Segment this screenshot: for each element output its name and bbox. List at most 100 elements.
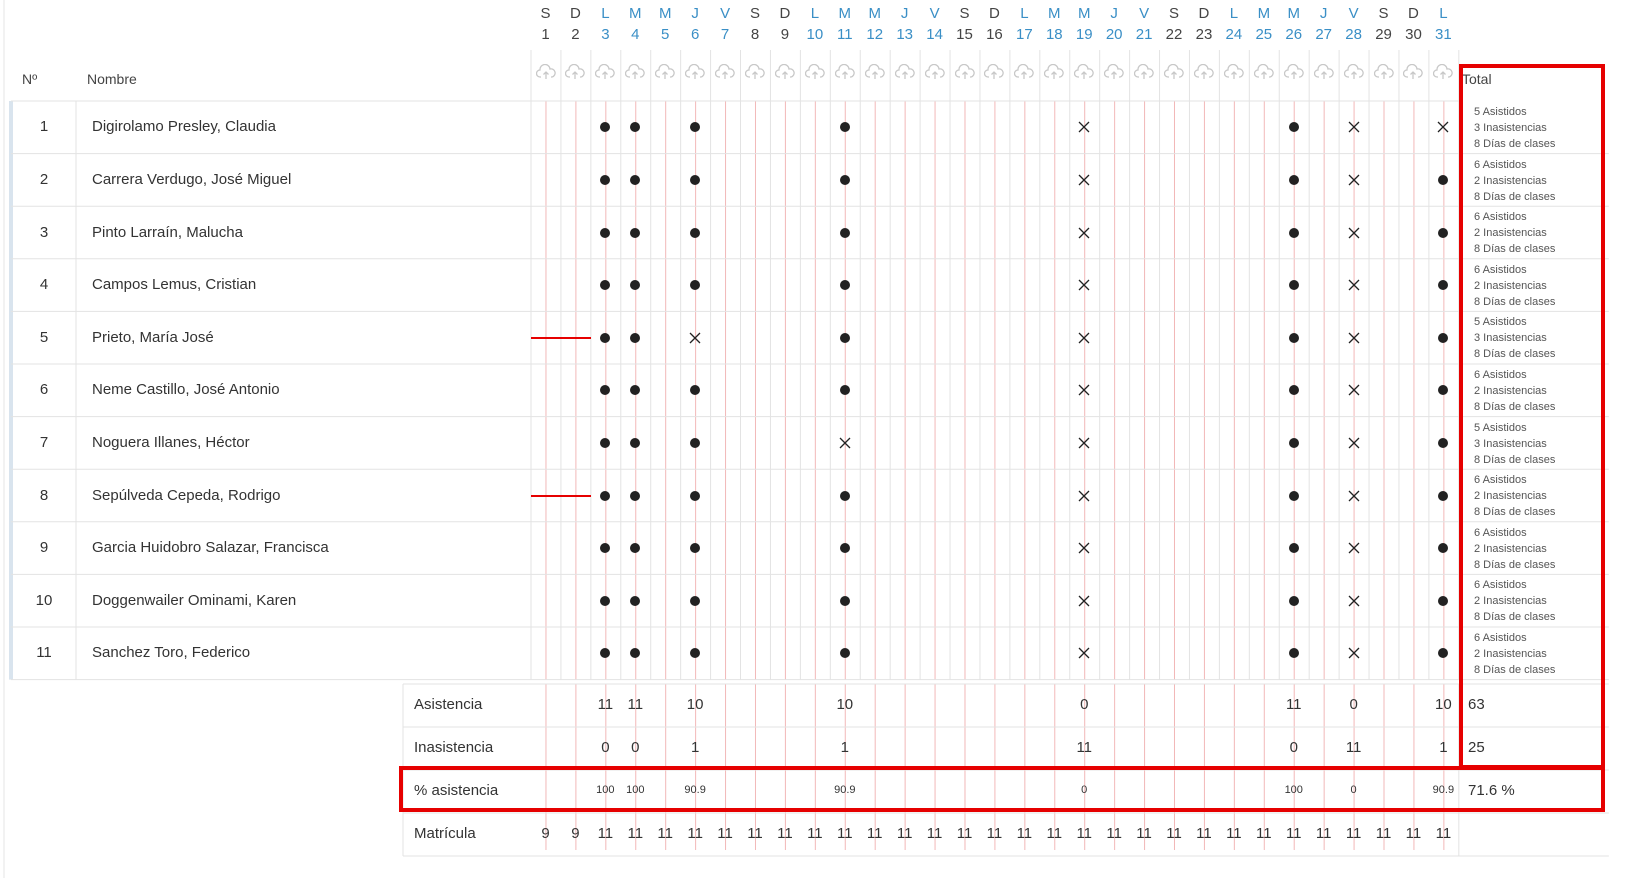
- attendance-present-dot[interactable]: [591, 279, 620, 291]
- attendance-present-dot[interactable]: [621, 647, 650, 659]
- attendance-absent-x[interactable]: [1339, 173, 1368, 187]
- student-name[interactable]: Prieto, María José: [92, 329, 214, 346]
- attendance-present-dot[interactable]: [1279, 332, 1308, 344]
- attendance-absent-x[interactable]: [1339, 594, 1368, 608]
- cloud-upload-icon[interactable]: [980, 56, 1009, 88]
- cloud-upload-icon[interactable]: [920, 56, 949, 88]
- cloud-upload-icon[interactable]: [890, 56, 919, 88]
- attendance-present-dot[interactable]: [1279, 542, 1308, 554]
- attendance-absent-x[interactable]: [1339, 541, 1368, 555]
- attendance-present-dot[interactable]: [1279, 227, 1308, 239]
- attendance-present-dot[interactable]: [621, 332, 650, 344]
- cloud-upload-icon[interactable]: [1279, 56, 1308, 88]
- student-name[interactable]: Pinto Larraín, Malucha: [92, 224, 243, 241]
- attendance-absent-x[interactable]: [1339, 489, 1368, 503]
- attendance-absent-x[interactable]: [1070, 226, 1099, 240]
- attendance-absent-x[interactable]: [1339, 436, 1368, 450]
- attendance-present-dot[interactable]: [591, 384, 620, 396]
- student-name[interactable]: Digirolamo Presley, Claudia: [92, 118, 276, 135]
- cloud-upload-icon[interactable]: [800, 56, 829, 88]
- cloud-upload-icon[interactable]: [950, 56, 979, 88]
- attendance-absent-x[interactable]: [1070, 646, 1099, 660]
- attendance-present-dot[interactable]: [830, 332, 859, 344]
- student-name[interactable]: Sanchez Toro, Federico: [92, 644, 250, 661]
- attendance-present-dot[interactable]: [1429, 227, 1458, 239]
- cloud-upload-icon[interactable]: [1040, 56, 1069, 88]
- attendance-present-dot[interactable]: [681, 174, 710, 186]
- attendance-present-dot[interactable]: [1429, 595, 1458, 607]
- attendance-present-dot[interactable]: [591, 437, 620, 449]
- attendance-absent-x[interactable]: [1070, 489, 1099, 503]
- attendance-present-dot[interactable]: [681, 542, 710, 554]
- attendance-present-dot[interactable]: [830, 174, 859, 186]
- cloud-upload-icon[interactable]: [561, 56, 590, 88]
- attendance-absent-x[interactable]: [1070, 173, 1099, 187]
- attendance-present-dot[interactable]: [830, 384, 859, 396]
- student-name[interactable]: Doggenwailer Ominami, Karen: [92, 592, 296, 609]
- attendance-present-dot[interactable]: [1429, 490, 1458, 502]
- attendance-present-dot[interactable]: [591, 332, 620, 344]
- attendance-present-dot[interactable]: [621, 437, 650, 449]
- attendance-absent-x[interactable]: [1070, 383, 1099, 397]
- attendance-absent-x[interactable]: [681, 331, 710, 345]
- attendance-present-dot[interactable]: [681, 121, 710, 133]
- cloud-upload-icon[interactable]: [651, 56, 680, 88]
- cloud-upload-icon[interactable]: [1369, 56, 1398, 88]
- cloud-upload-icon[interactable]: [1070, 56, 1099, 88]
- attendance-present-dot[interactable]: [1279, 174, 1308, 186]
- cloud-upload-icon[interactable]: [1309, 56, 1338, 88]
- cloud-upload-icon[interactable]: [741, 56, 770, 88]
- attendance-present-dot[interactable]: [681, 595, 710, 607]
- attendance-present-dot[interactable]: [621, 279, 650, 291]
- cloud-upload-icon[interactable]: [1189, 56, 1218, 88]
- attendance-present-dot[interactable]: [591, 490, 620, 502]
- attendance-absent-x[interactable]: [1070, 331, 1099, 345]
- student-name[interactable]: Campos Lemus, Cristian: [92, 276, 256, 293]
- attendance-present-dot[interactable]: [591, 595, 620, 607]
- student-name[interactable]: Neme Castillo, José Antonio: [92, 381, 280, 398]
- attendance-present-dot[interactable]: [1279, 279, 1308, 291]
- attendance-absent-x[interactable]: [1070, 436, 1099, 450]
- cloud-upload-icon[interactable]: [531, 56, 560, 88]
- attendance-present-dot[interactable]: [830, 542, 859, 554]
- attendance-present-dot[interactable]: [621, 490, 650, 502]
- cloud-upload-icon[interactable]: [591, 56, 620, 88]
- attendance-present-dot[interactable]: [591, 174, 620, 186]
- attendance-absent-x[interactable]: [1339, 226, 1368, 240]
- attendance-present-dot[interactable]: [1429, 542, 1458, 554]
- attendance-present-dot[interactable]: [830, 279, 859, 291]
- attendance-present-dot[interactable]: [1429, 174, 1458, 186]
- attendance-present-dot[interactable]: [1279, 490, 1308, 502]
- attendance-present-dot[interactable]: [830, 647, 859, 659]
- attendance-present-dot[interactable]: [1429, 647, 1458, 659]
- attendance-present-dot[interactable]: [681, 227, 710, 239]
- attendance-present-dot[interactable]: [591, 227, 620, 239]
- cloud-upload-icon[interactable]: [681, 56, 710, 88]
- attendance-absent-x[interactable]: [1339, 383, 1368, 397]
- attendance-present-dot[interactable]: [621, 595, 650, 607]
- attendance-absent-x[interactable]: [1429, 120, 1458, 134]
- attendance-present-dot[interactable]: [621, 542, 650, 554]
- attendance-present-dot[interactable]: [621, 227, 650, 239]
- attendance-present-dot[interactable]: [830, 227, 859, 239]
- student-name[interactable]: Garcia Huidobro Salazar, Francisca: [92, 539, 329, 556]
- attendance-absent-x[interactable]: [1070, 278, 1099, 292]
- attendance-absent-x[interactable]: [1070, 541, 1099, 555]
- student-name[interactable]: Noguera Illanes, Héctor: [92, 434, 250, 451]
- attendance-present-dot[interactable]: [621, 121, 650, 133]
- attendance-present-dot[interactable]: [681, 437, 710, 449]
- attendance-present-dot[interactable]: [1429, 279, 1458, 291]
- cloud-upload-icon[interactable]: [1130, 56, 1159, 88]
- attendance-present-dot[interactable]: [591, 542, 620, 554]
- cloud-upload-icon[interactable]: [830, 56, 859, 88]
- student-name[interactable]: Sepúlveda Cepeda, Rodrigo: [92, 487, 280, 504]
- attendance-present-dot[interactable]: [1429, 437, 1458, 449]
- attendance-present-dot[interactable]: [830, 121, 859, 133]
- cloud-upload-icon[interactable]: [1339, 56, 1368, 88]
- attendance-present-dot[interactable]: [681, 279, 710, 291]
- attendance-absent-x[interactable]: [1339, 120, 1368, 134]
- attendance-present-dot[interactable]: [621, 384, 650, 396]
- attendance-present-dot[interactable]: [830, 490, 859, 502]
- cloud-upload-icon[interactable]: [1429, 56, 1458, 88]
- cloud-upload-icon[interactable]: [621, 56, 650, 88]
